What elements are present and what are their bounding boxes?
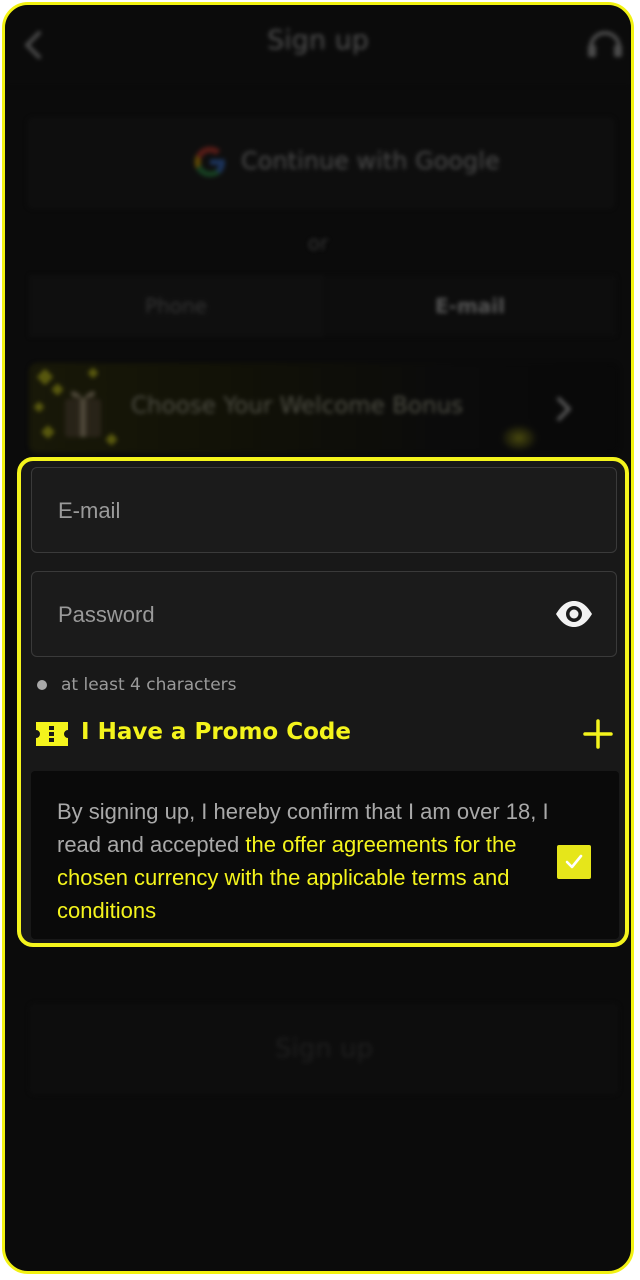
eye-icon[interactable]: [554, 598, 594, 630]
terms-checkbox[interactable]: [557, 845, 591, 879]
check-icon: [565, 854, 583, 869]
email-input[interactable]: [56, 468, 540, 554]
password-field[interactable]: [31, 571, 617, 658]
phone-frame: Sign up Continue with Google or Phone E-…: [2, 2, 634, 1274]
terms-agreement: By signing up, I hereby confirm that I a…: [31, 771, 619, 939]
password-input[interactable]: [56, 572, 540, 658]
promo-code-toggle[interactable]: I Have a Promo Code: [81, 719, 351, 745]
email-field[interactable]: [31, 467, 617, 554]
signup-form-highlight: at least 4 characters I Have a Promo Cod…: [17, 457, 629, 947]
bullet-icon: [37, 680, 47, 690]
plus-icon[interactable]: [583, 719, 613, 749]
password-hint-text: at least 4 characters: [61, 675, 237, 695]
ticket-icon[interactable]: [33, 719, 71, 749]
password-hint: at least 4 characters: [37, 675, 237, 695]
terms-text: By signing up, I hereby confirm that I a…: [57, 795, 553, 927]
